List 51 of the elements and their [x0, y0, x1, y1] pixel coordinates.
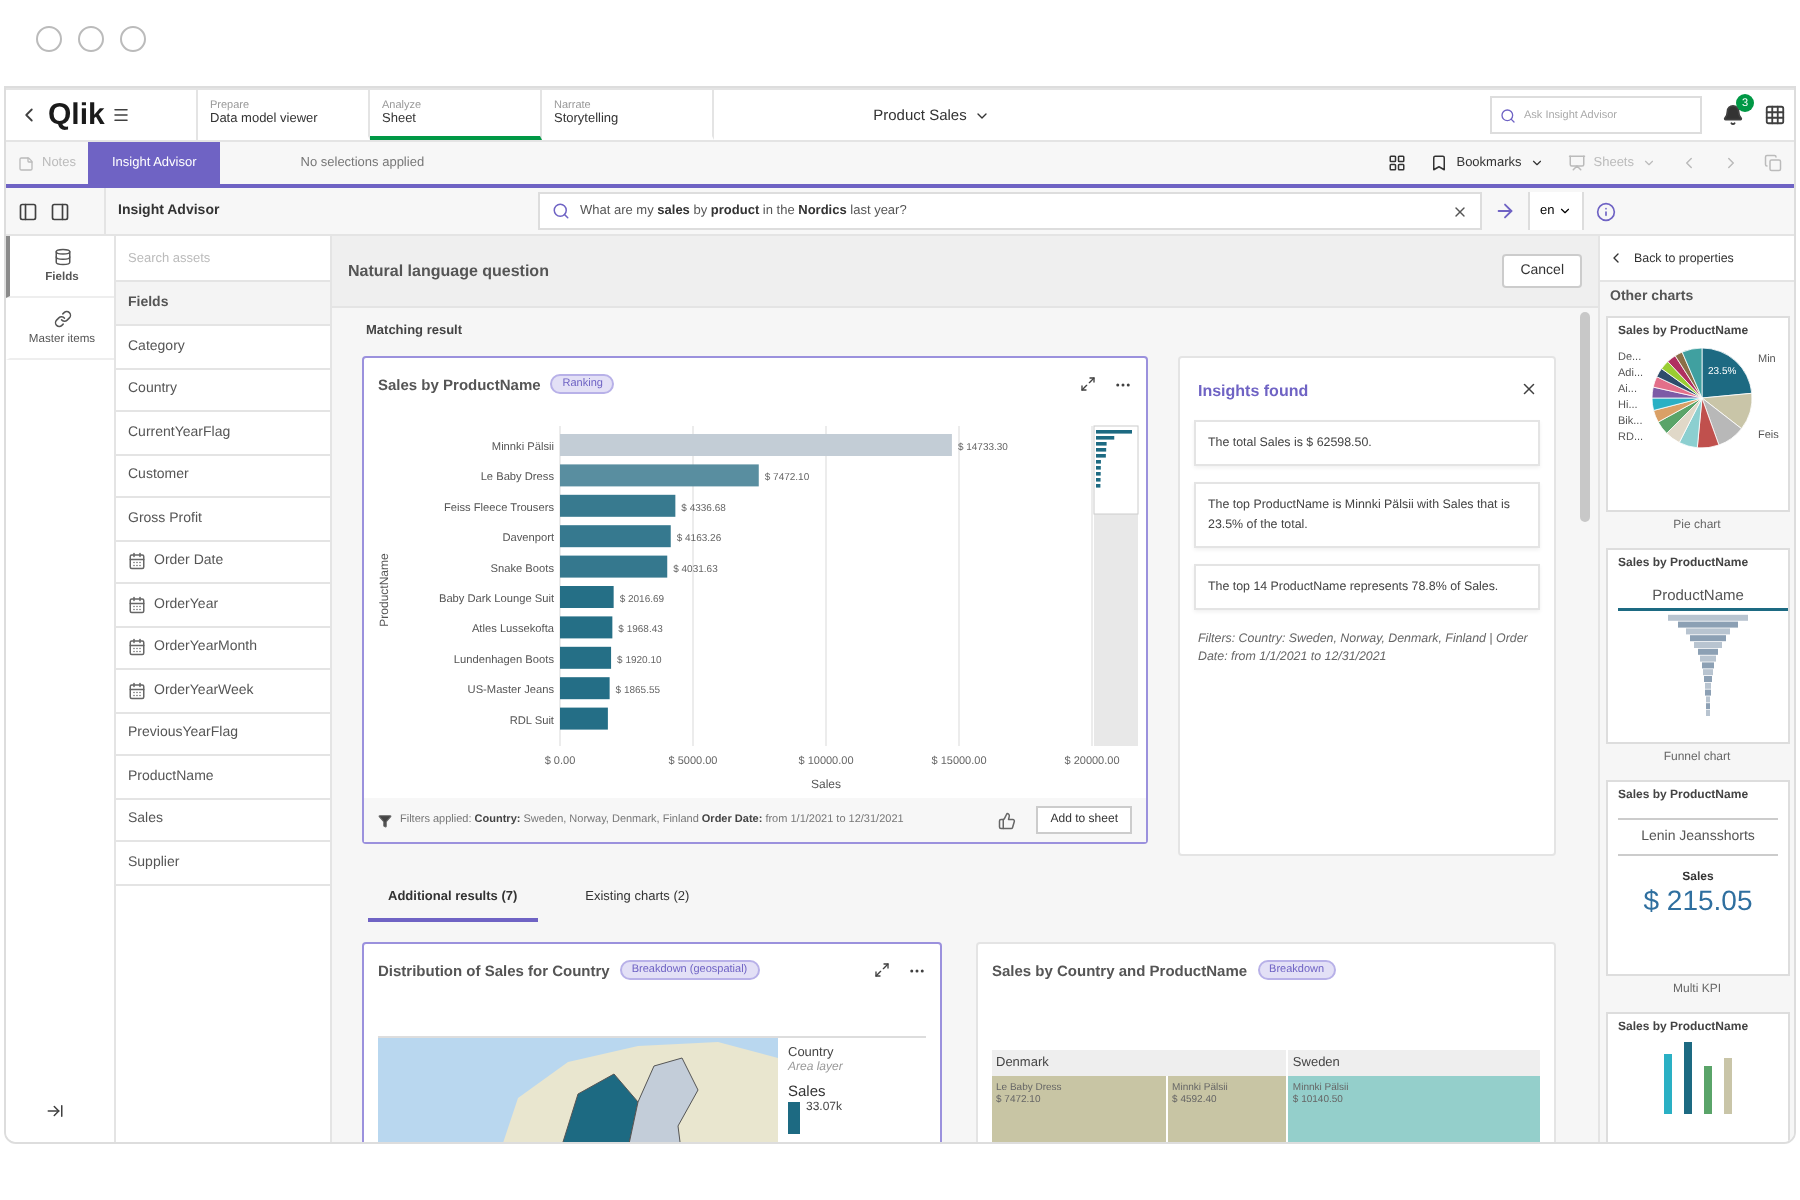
close-icon[interactable]: [1520, 380, 1538, 398]
database-icon: [53, 248, 71, 266]
bar: [560, 677, 610, 700]
link-icon: [53, 310, 71, 328]
filter-icon: [378, 813, 392, 827]
calendar-icon: [128, 638, 146, 657]
grid-icon: [1388, 154, 1407, 172]
logo: Qlik: [48, 98, 105, 132]
bell-icon[interactable]: [1722, 104, 1744, 126]
bar: [560, 707, 608, 730]
apps-grid-icon[interactable]: [1764, 104, 1786, 126]
chevron-left-icon: [1608, 250, 1624, 266]
chevron-left-icon: [1680, 154, 1698, 172]
panel-right-icon[interactable]: [50, 201, 70, 221]
panel-left-icon[interactable]: [18, 201, 38, 221]
clear-icon[interactable]: [1452, 203, 1468, 219]
calendar-icon: [128, 681, 146, 700]
bar: [560, 616, 613, 639]
kpi-value: $ 215.05: [1641, 884, 1755, 916]
chart-preview-drawing: [1664, 1042, 1732, 1114]
copy-icon: [1764, 154, 1782, 172]
chevron-down-icon: [1529, 156, 1544, 170]
chevron-right-icon: [1722, 154, 1740, 172]
bar: [560, 555, 668, 578]
chevron-down-icon: [1558, 204, 1573, 218]
bookmark-icon: [1430, 154, 1449, 172]
expand-icon[interactable]: [1080, 376, 1096, 392]
calendar-icon: [128, 595, 146, 614]
pie-chart-drawing: [1650, 346, 1754, 450]
calendar-icon: [128, 552, 146, 571]
chevron-down-icon: [1642, 156, 1656, 170]
bar: [560, 586, 614, 608]
search-icon: [1500, 107, 1516, 123]
expand-icon[interactable]: [874, 962, 890, 978]
menu-icon[interactable]: [112, 106, 131, 124]
note-icon: [18, 155, 34, 171]
bar: [560, 525, 671, 548]
legend-swatch: [788, 1102, 800, 1134]
submit-arrow-icon[interactable]: [1494, 200, 1516, 222]
thumbs-up-icon[interactable]: [998, 811, 1017, 829]
window-control-icon: [36, 26, 62, 52]
presentation-icon: [1567, 154, 1586, 172]
info-icon[interactable]: [1596, 201, 1617, 221]
search-icon: [552, 202, 570, 220]
insights-title: Insights found: [1196, 380, 1311, 404]
window-control-icon: [120, 26, 146, 52]
window-control-icon: [78, 26, 104, 52]
bar: [560, 646, 612, 669]
bar: [560, 494, 676, 517]
section-title: Natural language question: [348, 262, 549, 280]
expand-icon[interactable]: [46, 1102, 64, 1120]
